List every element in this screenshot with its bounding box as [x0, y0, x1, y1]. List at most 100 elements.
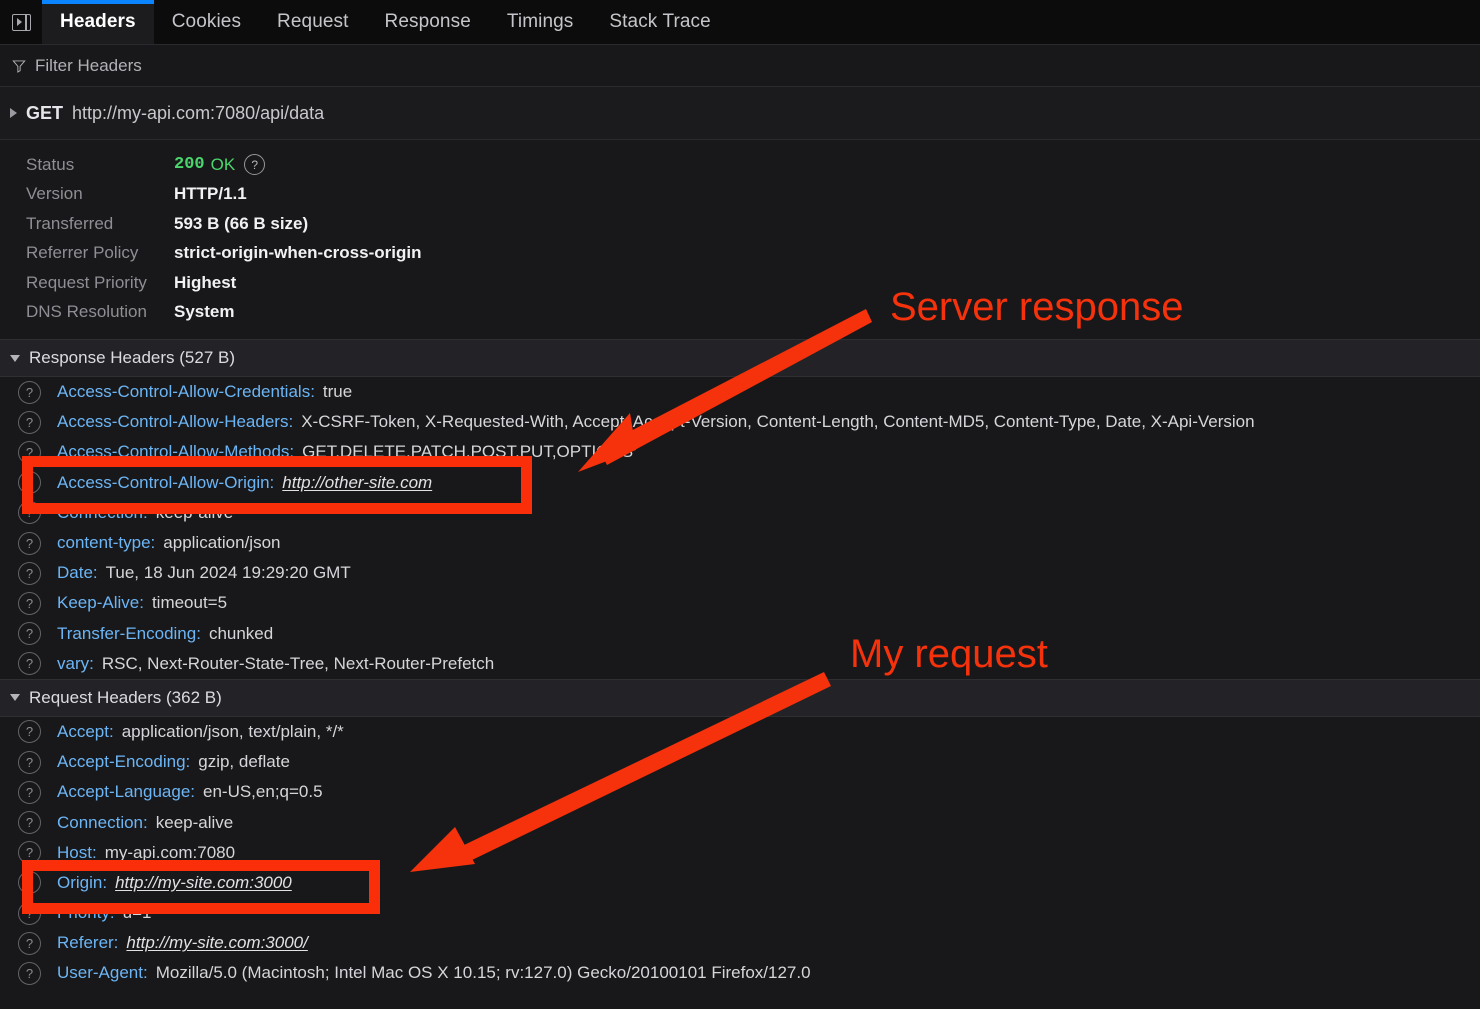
chevron-down-icon[interactable] [10, 694, 20, 702]
request-url: http://my-api.com:7080/api/data [72, 102, 325, 123]
header-name: Accept-Encoding: [57, 752, 191, 772]
table-row[interactable]: ? Host: my-api.com:7080 [0, 838, 1480, 868]
help-circle-icon[interactable]: ? [18, 440, 41, 464]
help-circle-icon[interactable]: ? [18, 841, 41, 865]
request-method: GET [26, 102, 64, 123]
tab-label: Response [384, 11, 471, 32]
header-name: Accept: [57, 721, 114, 741]
tab-stack-trace[interactable]: Stack Trace [591, 0, 728, 44]
panel-expand-button[interactable] [0, 0, 42, 44]
help-circle-icon[interactable]: ? [244, 154, 266, 176]
header-value[interactable]: http://my-site.com:3000/ [126, 933, 307, 953]
summary-label: Version [26, 184, 83, 204]
summary-label: Status [26, 154, 75, 174]
help-circle-icon[interactable]: ? [18, 531, 41, 555]
header-name: Date: [57, 563, 98, 583]
table-row[interactable]: ? Priority: u=1 [0, 898, 1480, 928]
help-circle-icon[interactable]: ? [18, 501, 41, 525]
help-circle-icon[interactable]: ? [18, 901, 41, 925]
help-circle-icon[interactable]: ? [18, 380, 41, 404]
table-row[interactable]: ? vary: RSC, Next-Router-State-Tree, Nex… [0, 649, 1480, 679]
table-row[interactable]: ? Keep-Alive: timeout=5 [0, 588, 1480, 618]
section-title: Response Headers (527 B) [29, 348, 236, 367]
summary-value: Highest [174, 272, 237, 292]
table-row[interactable]: ? User-Agent: Mozilla/5.0 (Macintosh; In… [0, 958, 1480, 988]
summary-value: strict-origin-when-cross-origin [174, 243, 422, 263]
header-name: Origin: [57, 872, 108, 892]
header-value: true [322, 382, 353, 402]
header-value[interactable]: http://my-site.com:3000 [115, 873, 292, 893]
summary-row-version: Version HTTP/1.1 [0, 180, 1480, 210]
tab-label: Request [277, 11, 349, 32]
table-row[interactable]: ? Referer: http://my-site.com:3000/ [0, 928, 1480, 958]
help-circle-icon[interactable]: ? [18, 591, 41, 615]
panel-expand-icon [11, 13, 31, 31]
table-row[interactable]: ? Access-Control-Allow-Methods: GET,DELE… [0, 437, 1480, 467]
summary-row-referrer-policy: Referrer Policy strict-origin-when-cross… [0, 239, 1480, 269]
header-name: Access-Control-Allow-Methods: [57, 442, 295, 462]
section-header-response-headers[interactable]: Response Headers (527 B) [0, 339, 1480, 377]
filter-input[interactable]: Filter Headers [35, 56, 142, 76]
help-circle-icon[interactable]: ? [18, 652, 41, 676]
help-circle-icon[interactable]: ? [18, 410, 41, 434]
header-value: application/json, text/plain, */* [121, 721, 344, 741]
help-circle-icon[interactable]: ? [18, 961, 41, 985]
summary-value: 593 B (66 B size) [174, 213, 309, 233]
header-value: keep-alive [155, 502, 234, 522]
tab-timings[interactable]: Timings [489, 0, 592, 44]
table-row[interactable]: ? Access-Control-Allow-Origin: http://ot… [0, 468, 1480, 498]
summary-row-request-priority: Request Priority Highest [0, 268, 1480, 298]
help-circle-icon[interactable]: ? [18, 871, 41, 895]
help-circle-icon[interactable]: ? [18, 471, 41, 495]
table-row[interactable]: ? Accept-Encoding: gzip, deflate [0, 747, 1480, 777]
table-row[interactable]: ? Connection: keep-alive [0, 498, 1480, 528]
table-row[interactable]: ? Transfer-Encoding: chunked [0, 619, 1480, 649]
request-url-row[interactable]: GET http://my-api.com:7080/api/data [0, 87, 1480, 140]
tab-label: Timings [506, 11, 574, 32]
tab-response[interactable]: Response [367, 0, 489, 44]
table-row[interactable]: ? Access-Control-Allow-Credentials: true [0, 377, 1480, 407]
header-name: vary: [57, 653, 94, 673]
summary-value: System [174, 302, 235, 322]
help-circle-icon[interactable]: ? [18, 750, 41, 774]
header-value[interactable]: http://other-site.com [282, 473, 432, 493]
filter-bar[interactable]: Filter Headers [0, 45, 1480, 87]
header-name: Connection: [57, 502, 148, 522]
help-circle-icon[interactable]: ? [18, 931, 41, 955]
table-row[interactable]: ? Accept-Language: en-US,en;q=0.5 [0, 777, 1480, 807]
chevron-down-icon[interactable] [10, 354, 20, 362]
help-circle-icon[interactable]: ? [18, 811, 41, 835]
table-row[interactable]: ? content-type: application/json [0, 528, 1480, 558]
header-name: Transfer-Encoding: [57, 623, 201, 643]
header-name: Access-Control-Allow-Headers: [57, 412, 294, 432]
summary-row-transferred: Transferred 593 B (66 B size) [0, 209, 1480, 239]
help-circle-icon[interactable]: ? [18, 622, 41, 646]
header-name: content-type: [57, 533, 156, 553]
summary-value: HTTP/1.1 [174, 184, 247, 204]
header-value: chunked [208, 623, 274, 643]
table-row[interactable]: ? Connection: keep-alive [0, 807, 1480, 837]
section-header-request-headers[interactable]: Request Headers (362 B) [0, 678, 1480, 717]
help-circle-icon[interactable]: ? [18, 720, 41, 744]
tab-label: Cookies [171, 11, 242, 32]
help-circle-icon[interactable]: ? [18, 780, 41, 804]
chevron-right-icon[interactable] [10, 108, 17, 118]
request-headers-list: ? Accept: application/json, text/plain, … [0, 717, 1480, 989]
status-text: OK [210, 154, 236, 174]
tab-request[interactable]: Request [259, 0, 366, 44]
table-row[interactable]: ? Date: Tue, 18 Jun 2024 19:29:20 GMT [0, 558, 1480, 588]
header-name: Keep-Alive: [57, 593, 144, 613]
request-summary: Status 200 OK ? Version HTTP/1.1 Transfe… [0, 140, 1480, 339]
table-row[interactable]: ? Origin: http://my-site.com:3000 [0, 868, 1480, 898]
header-value: Mozilla/5.0 (Macintosh; Intel Mac OS X 1… [155, 963, 811, 983]
header-value: my-api.com:7080 [104, 842, 236, 862]
header-value: X-CSRF-Token, X-Requested-With, Accept, … [301, 412, 1255, 432]
tab-cookies[interactable]: Cookies [154, 0, 259, 44]
table-row[interactable]: ? Accept: application/json, text/plain, … [0, 717, 1480, 747]
status-code: 200 [174, 155, 205, 175]
table-row[interactable]: ? Access-Control-Allow-Headers: X-CSRF-T… [0, 407, 1480, 437]
help-circle-icon[interactable]: ? [18, 561, 41, 585]
tab-headers[interactable]: Headers [42, 0, 154, 44]
header-name: Referer: [57, 933, 119, 953]
header-name: User-Agent: [57, 963, 148, 983]
